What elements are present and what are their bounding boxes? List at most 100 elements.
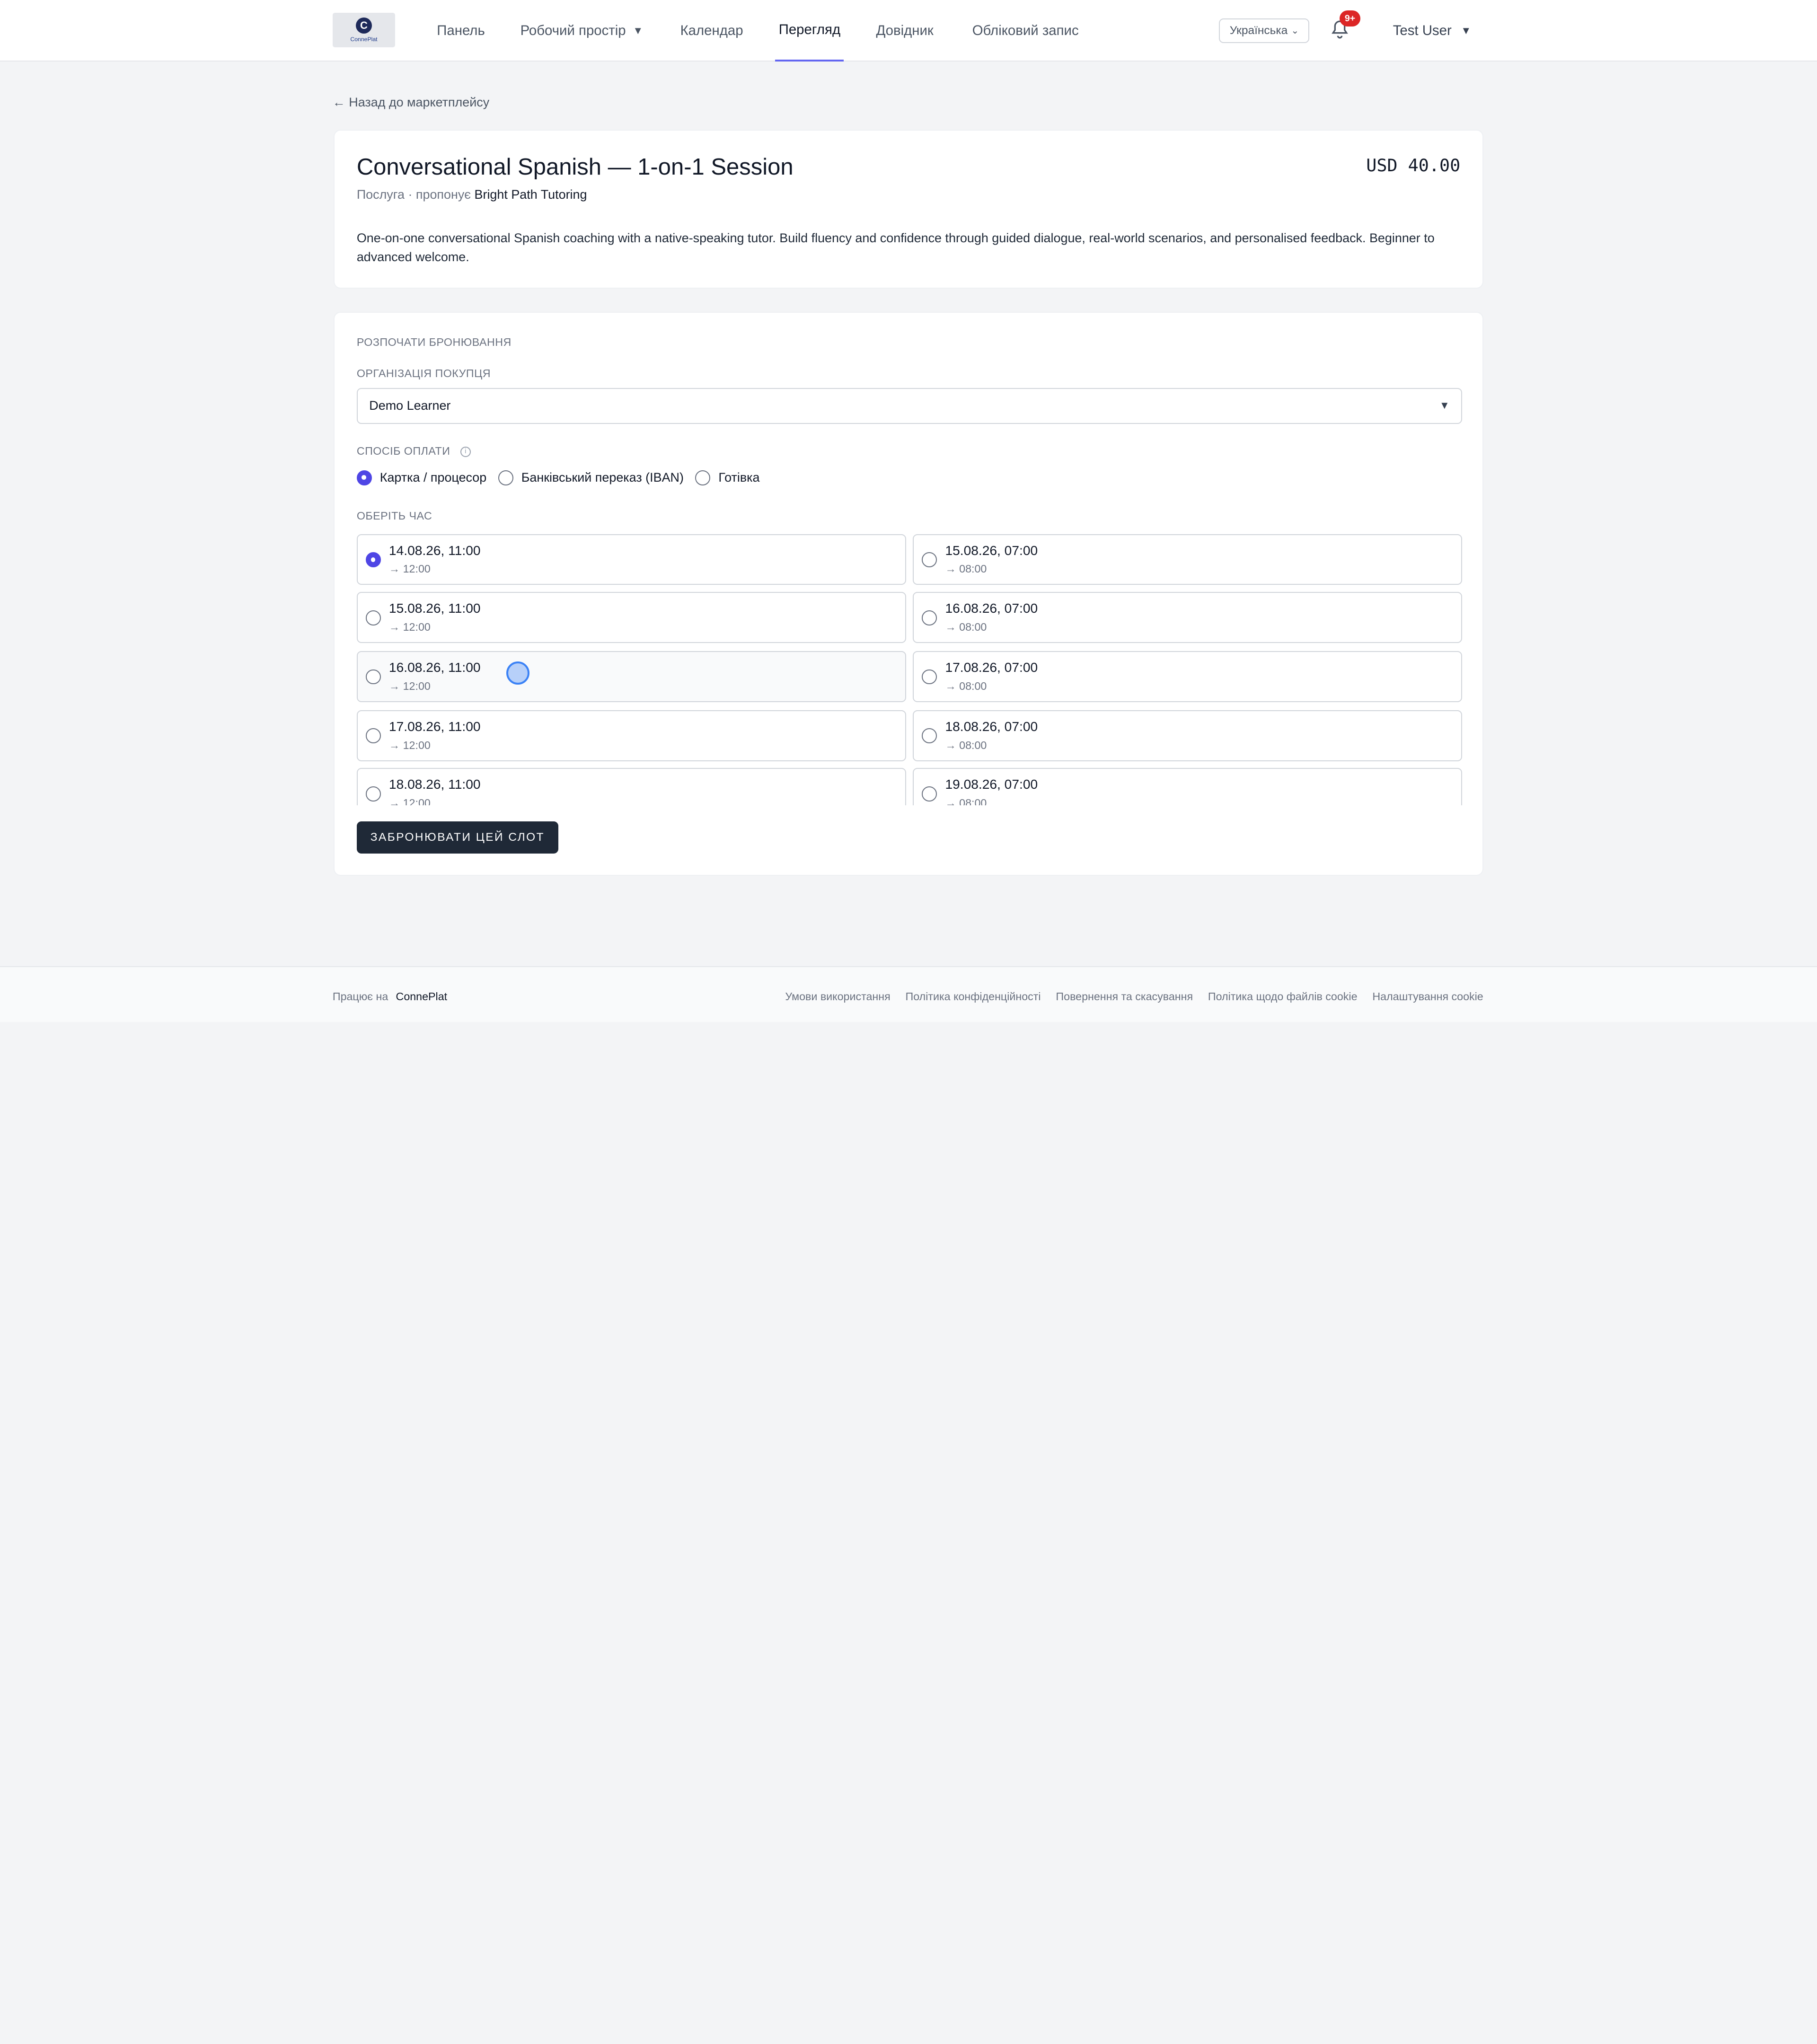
service-description: One-on-one conversational Spanish coachi… [356,231,1435,264]
slot-end: → 08:00 [945,563,987,575]
radio-unchecked[interactable] [365,728,381,744]
slot-end: → 08:00 [945,620,987,633]
time-slot[interactable]: 18.08.26, 07:00 → 08:00 [913,710,1463,761]
service-subtitle: Послуга · пропонує Bright Path Tutoring [357,187,587,202]
footer-link-refunds[interactable]: Повернення та скасування [1056,990,1193,1003]
time-slot[interactable]: 17.08.26, 07:00 → 08:00 [913,651,1463,702]
slot-end: → 12:00 [388,679,431,692]
nav-item-calendar[interactable]: Календар [680,0,743,62]
radio-unchecked[interactable] [365,669,381,685]
payment-label-text: СПОСІБ ОПЛАТИ [356,444,450,457]
slot-start: 16.08.26, 07:00 [945,601,1038,616]
language-label: Українська [1229,24,1288,37]
slot-end: → 12:00 [388,620,431,633]
slot-end: → 12:00 [388,796,431,805]
slot-end: → 12:00 [388,739,431,751]
radio-checked[interactable] [365,552,381,568]
service-card: Conversational Spanish — 1-on-1 Session … [334,130,1483,289]
radio-checked[interactable] [356,470,372,485]
radio-unchecked[interactable] [922,669,937,685]
org-label: ОРГАНІЗАЦІЯ ПОКУПЦЯ [356,367,491,379]
nav-item-label: Календар [680,22,743,38]
slot-start: 15.08.26, 07:00 [945,543,1038,558]
nav-item-label: Робочий простір [520,22,626,38]
nav-item-label: Панель [437,22,485,38]
time-slot[interactable]: 16.08.26, 07:00 → 08:00 [913,591,1463,643]
nav-item-browse[interactable]: Перегляд [775,0,844,62]
footer-link-terms[interactable]: Умови використання [785,990,890,1003]
footer-links: Умови використання Політика конфіденційн… [770,990,1483,1003]
nav-item-account[interactable]: Обліковий запис [972,0,1079,62]
slot-end: → 08:00 [945,796,987,805]
radio-unchecked[interactable] [498,470,513,485]
slot-start: 14.08.26, 11:00 [388,543,481,558]
subtitle-prefix: Послуга · пропонує [356,187,471,202]
time-slot[interactable]: 15.08.26, 11:00 → 12:00 [356,591,906,643]
slot-start: 15.08.26, 11:00 [388,601,481,616]
book-slot-button[interactable]: ЗАБРОНЮВАТИ ЦЕЙ СЛОТ [356,821,558,854]
powered-brand[interactable]: ConnePlat [396,990,448,1003]
radio-unchecked[interactable] [695,470,711,485]
footer-link-cookie-policy[interactable]: Політика щодо файлів cookie [1208,990,1358,1003]
notification-badge: 9+ [1340,10,1361,27]
radio-unchecked[interactable] [365,610,381,626]
chevron-down-icon: ▼ [1461,24,1472,36]
time-slot[interactable]: 18.08.26, 11:00 → 12:00 [356,768,906,805]
nav-item-directory[interactable]: Довідник [876,0,933,62]
slot-start: 18.08.26, 11:00 [388,777,481,792]
nav-item-label: Довідник [876,22,934,38]
radio-unchecked[interactable] [365,786,381,802]
payment-method-group: Картка / процесор Банківський переказ (I… [356,470,771,485]
time-slot[interactable]: 17.08.26, 11:00 → 12:00 [356,710,906,761]
buyer-org-select[interactable]: Demo Learner ▼ [356,388,1463,424]
slot-start: 16.08.26, 11:00 [388,660,481,675]
chevron-down-icon: ▼ [1439,399,1450,411]
slot-start: 17.08.26, 11:00 [388,719,481,734]
slot-start: 18.08.26, 07:00 [945,719,1038,734]
nav-item-workspace[interactable]: Робочий простір ▼ [520,0,644,62]
service-title: Conversational Spanish — 1-on-1 Session [356,154,794,180]
time-slot[interactable]: 14.08.26, 11:00 → 12:00 [356,534,906,585]
logo-text: ConnePlat [350,36,378,43]
nav-item-label: Обліковий запис [972,22,1079,38]
payment-option-iban[interactable]: Банківський переказ (IBAN) [498,470,684,485]
slot-start: 17.08.26, 07:00 [945,660,1038,675]
slot-end: → 08:00 [945,679,987,692]
nav-item-label: Перегляд [778,21,841,37]
radio-unchecked[interactable] [922,610,937,626]
chevron-down-icon: ⌄ [1291,25,1299,36]
booking-card: РОЗПОЧАТИ БРОНЮВАННЯ ОРГАНІЗАЦІЯ ПОКУПЦЯ… [334,311,1483,876]
page: C ConnePlat Панель Робочий простір ▼ Кал… [0,0,1817,1022]
time-slot[interactable]: 16.08.26, 11:00 → 12:00 [356,651,906,702]
payment-option-cash[interactable]: Готівка [695,470,760,485]
radio-unchecked[interactable] [922,552,937,568]
radio-unchecked[interactable] [922,728,937,744]
provider-name: Bright Path Tutoring [474,187,587,202]
payment-option-card[interactable]: Картка / процесор [356,470,487,485]
time-slot[interactable]: 19.08.26, 07:00 → 08:00 [913,768,1463,805]
payment-label: СПОСІБ ОПЛАТИ i [357,445,471,458]
time-slot[interactable]: 15.08.26, 07:00 → 08:00 [913,534,1463,585]
buyer-org-value: Demo Learner [369,398,451,413]
slot-end: → 08:00 [945,739,987,751]
powered-prefix: Працює на [332,990,388,1003]
footer-link-privacy[interactable]: Політика конфіденційності [906,990,1041,1003]
user-menu[interactable]: Test User ▼ [1393,0,1471,62]
info-icon[interactable]: i [460,446,471,457]
logo[interactable]: C ConnePlat [332,12,396,48]
language-select[interactable]: Українська ⌄ [1219,18,1310,43]
radio-unchecked[interactable] [922,786,937,802]
time-label: ОБЕРІТЬ ЧАС [356,510,432,522]
chevron-down-icon: ▼ [633,24,644,36]
slot-end: → 12:00 [388,563,431,575]
payment-option-label: Картка / процесор [379,470,487,485]
nav-item-panel[interactable]: Панель [437,0,485,62]
service-price: USD 40.00 [1366,155,1461,176]
back-to-marketplace-link[interactable]: ← Назад до маркетплейсу [333,95,489,110]
footer-link-cookie-settings[interactable]: Налаштування cookie [1372,990,1483,1003]
powered-by: Працює на ConnePlat [333,990,447,1003]
booking-heading: РОЗПОЧАТИ БРОНЮВАННЯ [356,335,512,348]
slot-start: 19.08.26, 07:00 [945,777,1038,792]
user-name: Test User [1393,22,1452,38]
footer: Працює на ConnePlat Умови використання П… [0,966,1817,1022]
